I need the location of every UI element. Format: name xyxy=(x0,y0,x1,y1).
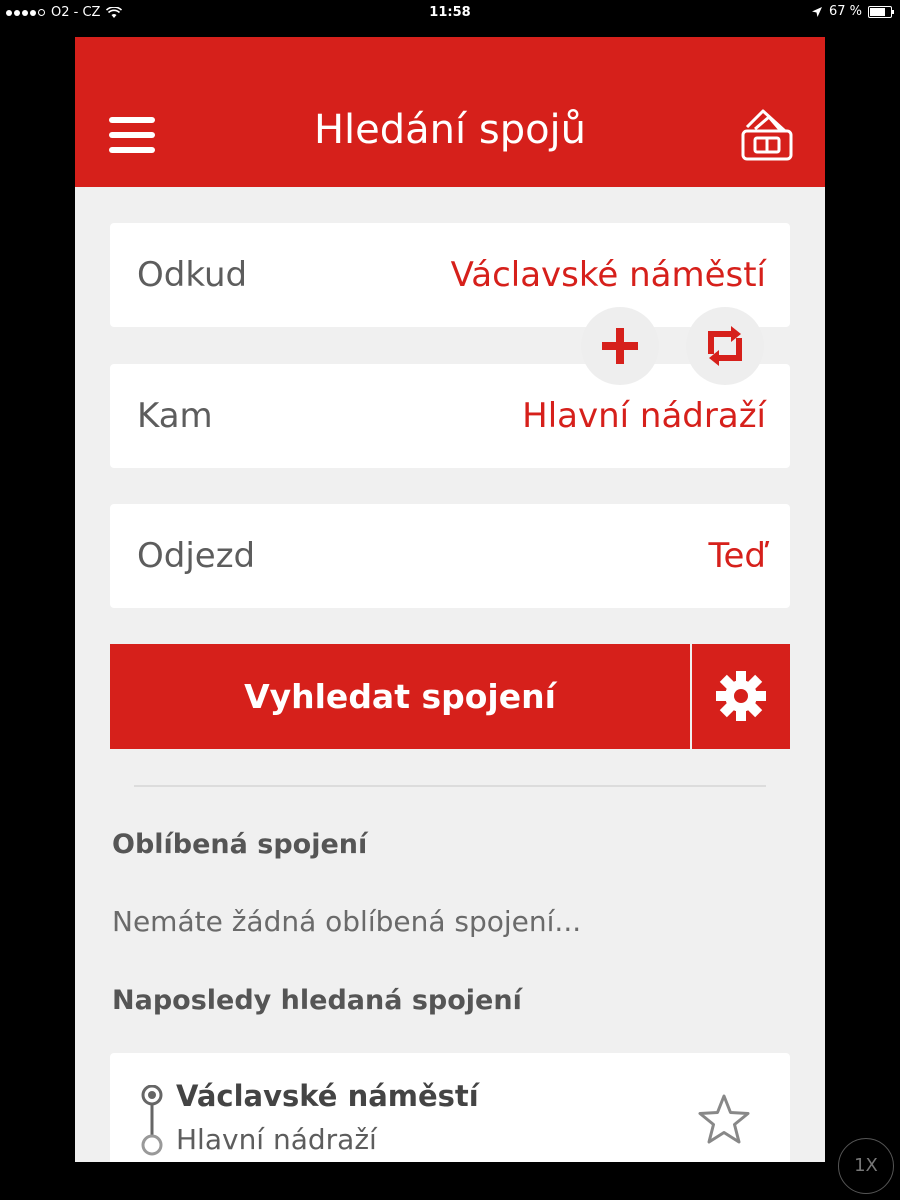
departure-field[interactable]: Odjezd Teď xyxy=(110,504,790,608)
favorites-heading: Oblíbená spojení xyxy=(112,829,368,860)
swap-icon xyxy=(708,326,742,366)
ticket-button[interactable] xyxy=(737,107,797,165)
to-value[interactable]: Hlavní nádraží xyxy=(522,396,766,436)
gear-icon xyxy=(716,671,766,721)
recent-to: Hlavní nádraží xyxy=(176,1123,377,1156)
page-title: Hledání spojů xyxy=(313,107,587,153)
search-button[interactable]: Vyhledat spojení xyxy=(110,644,690,749)
star-outline-icon[interactable] xyxy=(696,1093,752,1147)
recent-heading: Naposledy hledaná spojení xyxy=(112,985,522,1016)
battery-icon xyxy=(868,5,894,18)
top-bar: Hledání spojů xyxy=(75,37,825,187)
recent-from: Václavské náměstí xyxy=(176,1079,479,1113)
ticket-wallet-icon xyxy=(741,109,793,161)
search-settings-button[interactable] xyxy=(692,644,790,749)
location-arrow-icon xyxy=(811,6,822,17)
to-label: Kam xyxy=(137,396,213,436)
divider xyxy=(134,785,766,787)
route-line-icon xyxy=(141,1085,163,1156)
swap-button[interactable] xyxy=(686,307,764,385)
battery-percent: 67 % xyxy=(828,4,862,19)
status-bar-right: 67 % xyxy=(811,4,894,19)
departure-label: Odjezd xyxy=(137,536,256,576)
to-field[interactable]: Kam Hlavní nádraží xyxy=(110,364,790,468)
zoom-badge[interactable]: 1X xyxy=(838,1138,894,1194)
status-bar: O2 - CZ 11:58 67 % xyxy=(0,0,900,26)
status-time: 11:58 xyxy=(429,5,471,20)
add-stop-button[interactable] xyxy=(581,307,659,385)
favorites-empty-text: Nemáte žádná oblíbená spojení... xyxy=(112,905,582,938)
from-value[interactable]: Václavské náměstí xyxy=(451,255,766,295)
from-label: Odkud xyxy=(137,255,248,295)
from-field[interactable]: Odkud Václavské náměstí xyxy=(110,223,790,327)
departure-value[interactable]: Teď xyxy=(709,536,767,576)
recent-connection-item[interactable]: Václavské náměstí Hlavní nádraží xyxy=(110,1053,790,1162)
app-screen: Hledání spojů Odkud Václavské náměstí Ka… xyxy=(75,37,825,1162)
plus-icon xyxy=(602,328,638,364)
